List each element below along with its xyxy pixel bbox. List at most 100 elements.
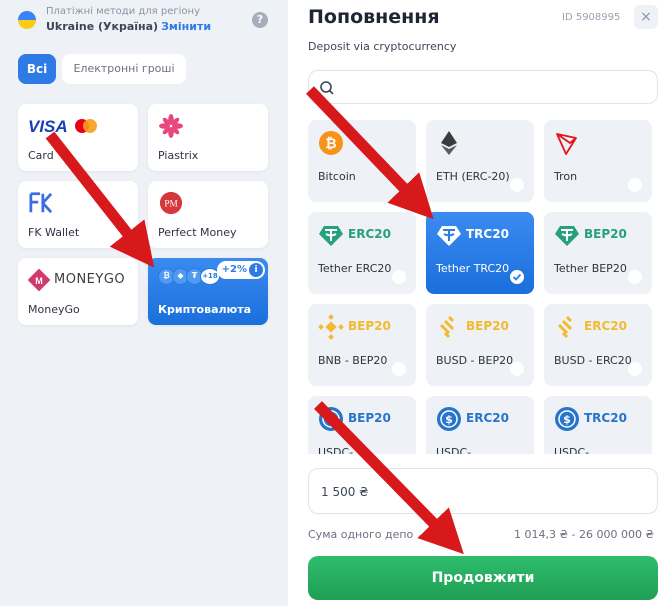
svg-text:M: M [35,276,43,286]
tether-icon [319,226,343,246]
select-radio[interactable] [628,362,642,376]
method-name: Криптовалюта [158,303,252,316]
checkmark-icon[interactable] [510,270,524,284]
bonus-value: +2% [221,264,247,275]
svg-text:₿: ₿ [325,136,336,152]
page-title: Поповнення [308,6,440,28]
filter-all-button[interactable]: Всі [18,54,56,84]
filter-emoney-button[interactable]: Електронні гроші [62,54,186,84]
payment-methods-panel: Платіжні методи для регіону Ukraine (Укр… [0,0,288,606]
crypto-card[interactable]: $ ERC20 USDC- [426,396,534,454]
crypto-name: BUSD - BEP20 [436,354,514,367]
crypto-name: BUSD - ERC20 [554,354,632,367]
crypto-name: Tether TRC20 [436,262,510,275]
method-card[interactable]: M MONEYGO MoneyGo [18,258,138,325]
select-radio[interactable] [392,270,406,284]
crypto-name: Tether ERC20 [318,262,392,275]
range-label: Сума одного депо [308,528,414,541]
ukraine-flag-icon [18,11,36,29]
method-name: Piastrix [158,149,199,162]
method-name: Perfect Money [158,226,237,239]
piastrix-icon [159,114,183,138]
moneygo-logo-text: MONEYGO [54,272,126,287]
network-badge: BEP20 [584,227,627,241]
bnb-icon [318,314,344,340]
crypto-name: USDC- [318,446,354,454]
network-badge: BEP20 [348,319,391,333]
select-radio[interactable] [392,362,406,376]
busd-icon [439,315,455,339]
tether-icon [437,226,461,246]
amount-input[interactable] [321,479,621,505]
network-badge: ERC20 [466,411,509,425]
crypto-name: BNB - BEP20 [318,354,388,367]
crypto-card[interactable]: ETH (ERC-20) [426,120,534,202]
crypto-card-selected[interactable]: TRC20 Tether TRC20 [426,212,534,294]
select-radio[interactable] [628,178,642,192]
crypto-card[interactable]: ERC20 Tether ERC20 [308,212,416,294]
usdc-icon: $ [555,407,579,431]
crypto-grid: ₿ Bitcoin ETH (ERC-20) Tron ERC20 Tether… [308,112,660,454]
region-name: Ukraine (Україна) [46,20,159,33]
tether-icon [555,226,579,246]
amount-box [308,468,658,514]
info-icon[interactable]: i [249,263,263,277]
method-card[interactable]: FK Wallet [18,181,138,248]
search-input[interactable] [339,75,649,101]
bonus-badge: +2% i [216,261,265,279]
visa-mastercard-icon: VISA [28,117,97,136]
player-id: ID 5908995 [562,12,621,23]
usdc-icon: $ [319,407,343,431]
change-region-link[interactable]: Змінити [161,20,211,33]
region-label: Платіжні методи для регіону [46,6,200,17]
svg-text:$: $ [563,413,571,426]
svg-text:$: $ [445,413,453,426]
close-button[interactable]: × [634,5,658,29]
perfect-money-icon: PM [159,191,183,215]
crypto-card[interactable]: ₿ Bitcoin [308,120,416,202]
page-subtitle: Deposit via cryptocurrency [308,40,457,53]
select-radio[interactable] [628,270,642,284]
crypto-card[interactable]: ERC20 BUSD - ERC20 [544,304,652,386]
tron-icon [556,133,577,155]
bitcoin-icon: ₿ [319,131,343,155]
network-badge: BEP20 [466,319,509,333]
crypto-name: ETH (ERC-20) [436,170,510,183]
method-name: FK Wallet [28,226,80,239]
network-badge: BEP20 [348,411,391,425]
crypto-name: Tether BEP20 [554,262,627,275]
select-radio[interactable] [510,178,524,192]
select-radio[interactable] [510,362,524,376]
crypto-name: Bitcoin [318,170,356,183]
svg-text:$: $ [327,413,335,426]
svg-text:VISA: VISA [28,117,68,136]
ethereum-icon [441,131,457,155]
crypto-card[interactable]: $ BEP20 USDC- [308,396,416,454]
busd-icon [557,315,573,339]
region-selector: Платіжні методи для регіону Ukraine (Укр… [18,6,278,38]
crypto-card[interactable]: BEP20 BUSD - BEP20 [426,304,534,386]
method-card[interactable]: Piastrix [148,104,268,171]
range-value: 1 014,3 ₴ - 26 000 000 ₴ [514,528,654,541]
moneygo-icon: M [28,268,50,292]
crypto-card[interactable]: BEP20 Tether BEP20 [544,212,652,294]
crypto-card[interactable]: $ TRC20 USDC- [544,396,652,454]
network-badge: TRC20 [584,411,627,425]
region-value: Ukraine (Україна) Змінити [46,20,211,33]
method-card[interactable]: PM Perfect Money [148,181,268,248]
fk-wallet-icon [29,192,53,214]
search-icon [320,81,334,95]
crypto-card[interactable]: BEP20 BNB - BEP20 [308,304,416,386]
method-card-crypto[interactable]: ₿ ◆ ₮ +18 +2% i Криптовалюта [148,258,268,325]
crypto-name: USDC- [554,446,590,454]
crypto-name: USDC- [436,446,472,454]
crypto-card[interactable]: Tron [544,120,652,202]
help-icon[interactable]: ? [252,12,268,28]
crypto-name: Tron [554,170,578,183]
continue-button[interactable]: Продовжити [308,556,658,600]
network-badge: ERC20 [348,227,391,241]
method-card[interactable]: VISA Card [18,104,138,171]
svg-text:PM: PM [164,199,177,209]
deposit-panel: Поповнення Deposit via cryptocurrency ID… [288,0,668,606]
method-name: Card [28,149,54,162]
